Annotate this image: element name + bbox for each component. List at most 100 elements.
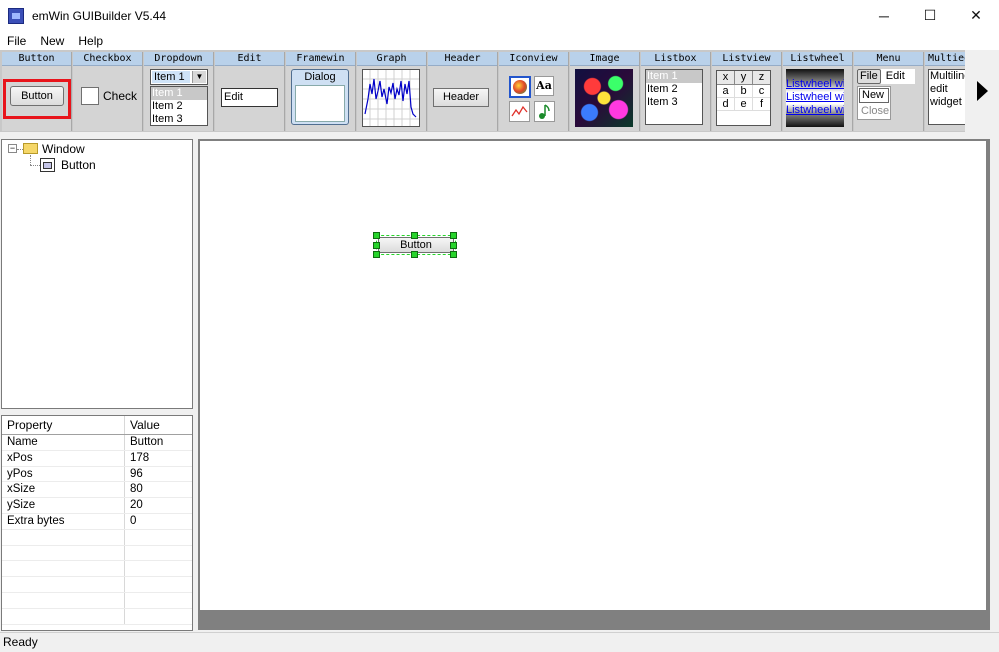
status-text: Ready bbox=[3, 635, 38, 649]
folder-icon bbox=[23, 143, 38, 154]
list-item: Item 3 bbox=[647, 96, 678, 108]
resize-handle-sw[interactable] bbox=[373, 251, 380, 258]
tool-edit[interactable]: Edit Edit bbox=[215, 52, 285, 131]
menu-file[interactable]: File bbox=[0, 34, 33, 48]
tool-header: Listview bbox=[712, 52, 781, 66]
dropdown-selected: Item 1 bbox=[152, 71, 190, 83]
property-row bbox=[2, 545, 192, 562]
resize-handle-e[interactable] bbox=[450, 242, 457, 249]
font-icon: Aa bbox=[534, 76, 554, 96]
tool-multiedit[interactable]: Multiedit Multiline edit widget bbox=[925, 52, 965, 131]
resize-handle-s[interactable] bbox=[411, 251, 418, 258]
tool-listwheel[interactable]: Listwheel Listwheel wid Listwheel wid Li… bbox=[783, 52, 853, 131]
tool-checkbox[interactable]: Checkbox Check bbox=[73, 52, 143, 131]
resize-handle-ne[interactable] bbox=[450, 232, 457, 239]
tool-header: Iconview bbox=[499, 52, 568, 66]
property-name bbox=[2, 577, 125, 592]
property-row[interactable]: ySize 20 bbox=[2, 498, 192, 514]
menu-preview-item: Close bbox=[861, 105, 890, 117]
listview-col: z bbox=[758, 71, 765, 83]
checkbox-box-icon bbox=[81, 87, 99, 105]
property-row[interactable]: xSize 80 bbox=[2, 482, 192, 499]
list-item: Listwheel wid bbox=[786, 78, 844, 90]
music-note-icon bbox=[534, 101, 555, 122]
header-preview: Header bbox=[433, 88, 489, 107]
title-bar: emWin GUIBuilder V5.44 ─ ☐ ✕ bbox=[0, 0, 999, 31]
menu-new[interactable]: New bbox=[33, 34, 71, 48]
tool-header: Edit bbox=[215, 52, 284, 66]
property-value[interactable]: Button bbox=[125, 435, 192, 450]
toolbar-selection-highlight bbox=[3, 79, 71, 119]
maximize-button[interactable]: ☐ bbox=[907, 0, 953, 31]
tool-listbox[interactable]: Listbox Item 1 Item 2 Item 3 bbox=[641, 52, 711, 131]
multiedit-preview: Multiline edit widget bbox=[928, 69, 965, 125]
tree-item-window[interactable]: Window bbox=[42, 142, 85, 156]
chevron-down-icon: ▼ bbox=[192, 71, 206, 83]
menu-help[interactable]: Help bbox=[71, 34, 110, 48]
listview-cell: c bbox=[758, 85, 765, 97]
menu-preview-bar: File Edit bbox=[857, 69, 915, 84]
property-name: xSize bbox=[2, 482, 125, 498]
graph-preview-icon bbox=[362, 69, 420, 127]
tool-header: Menu bbox=[854, 52, 923, 66]
listview-cell: a bbox=[717, 85, 735, 97]
framewin-preview: Dialog bbox=[291, 69, 349, 125]
property-name bbox=[2, 561, 125, 577]
list-item: Listwheel wid bbox=[786, 91, 844, 103]
property-name bbox=[2, 529, 125, 545]
window-controls: ─ ☐ ✕ bbox=[861, 0, 999, 31]
toolbar-scroll-right-button[interactable] bbox=[965, 50, 999, 132]
resize-handle-se[interactable] bbox=[450, 251, 457, 258]
tool-graph[interactable]: Graph bbox=[357, 52, 427, 131]
tool-listview[interactable]: Listview x y z a b c d e f bbox=[712, 52, 782, 131]
property-value[interactable]: 0 bbox=[125, 514, 192, 529]
property-value[interactable]: 178 bbox=[125, 451, 192, 466]
status-bar: Ready bbox=[0, 632, 999, 652]
tool-framewin[interactable]: Framewin Dialog bbox=[286, 52, 356, 131]
property-name: ySize bbox=[2, 498, 125, 513]
property-name bbox=[2, 592, 125, 608]
globe-icon bbox=[509, 76, 531, 98]
list-item: Item 2 bbox=[647, 83, 678, 95]
property-row[interactable]: yPos 96 bbox=[2, 466, 192, 483]
tool-header-widget[interactable]: Header Header bbox=[428, 52, 498, 131]
property-row[interactable]: Name Button bbox=[2, 435, 192, 451]
property-value[interactable]: 20 bbox=[125, 498, 192, 513]
listview-preview: x y z a b c d e f bbox=[716, 70, 771, 126]
tool-menu[interactable]: Menu File Edit New Close bbox=[854, 52, 924, 131]
property-row bbox=[2, 592, 192, 609]
property-value[interactable]: 96 bbox=[125, 467, 192, 482]
property-name: Extra bytes bbox=[2, 513, 125, 529]
property-name bbox=[2, 608, 125, 624]
property-row bbox=[2, 561, 192, 578]
property-row[interactable]: xPos 178 bbox=[2, 450, 192, 467]
tool-dropdown[interactable]: Dropdown Item 1 ▼ Item 1 Item 2 Item 3 bbox=[144, 52, 214, 131]
button-widget-icon bbox=[40, 158, 55, 172]
tool-header: Listwheel bbox=[783, 52, 852, 66]
dropdown-list: Item 1 Item 2 Item 3 bbox=[150, 86, 208, 126]
resize-handle-nw[interactable] bbox=[373, 232, 380, 239]
arrow-right-icon bbox=[976, 81, 988, 101]
close-button[interactable]: ✕ bbox=[953, 0, 999, 31]
property-value[interactable]: 80 bbox=[125, 482, 192, 497]
property-name: yPos bbox=[2, 466, 125, 482]
tree-item-button[interactable]: Button bbox=[61, 158, 96, 172]
list-item: Item 3 bbox=[152, 113, 183, 125]
collapse-icon[interactable]: − bbox=[8, 144, 17, 153]
multiedit-line: edit bbox=[930, 83, 948, 95]
right-gutter bbox=[990, 139, 999, 630]
app-icon bbox=[8, 7, 24, 24]
resize-handle-w[interactable] bbox=[373, 242, 380, 249]
tool-image[interactable]: Image bbox=[570, 52, 640, 131]
design-canvas[interactable]: Button bbox=[200, 141, 986, 610]
tool-iconview[interactable]: Iconview Aa bbox=[499, 52, 569, 131]
listview-cell: f bbox=[759, 98, 764, 110]
minimize-button[interactable]: ─ bbox=[861, 0, 907, 31]
property-value bbox=[125, 561, 192, 576]
resize-handle-n[interactable] bbox=[411, 232, 418, 239]
property-value bbox=[125, 593, 192, 608]
list-item: Item 1 bbox=[646, 70, 702, 83]
edit-field-preview: Edit bbox=[221, 88, 278, 107]
property-row[interactable]: Extra bytes 0 bbox=[2, 513, 192, 530]
menu-bar: File New Help bbox=[0, 31, 999, 50]
